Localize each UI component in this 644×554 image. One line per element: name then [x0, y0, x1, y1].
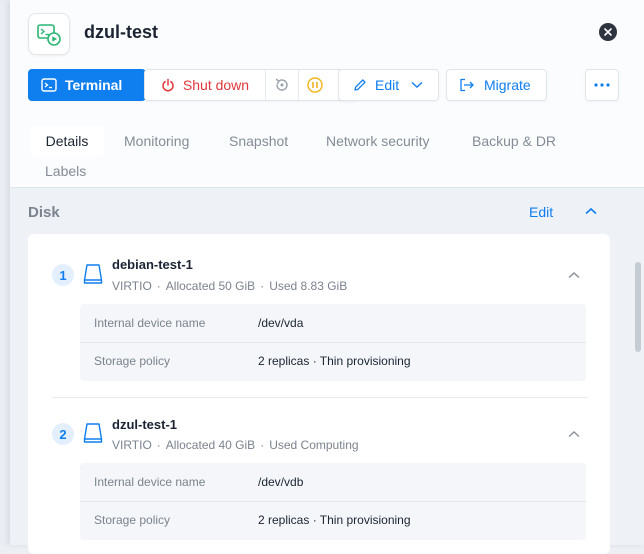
- drawer-header: dzul-test Terminal Shut down Edit Migrat…: [10, 0, 644, 188]
- storage-policy-label: Storage policy: [94, 513, 171, 527]
- tab-backup-dr[interactable]: Backup & DR: [472, 133, 556, 149]
- edit-dropdown-button[interactable]: Edit: [338, 69, 439, 101]
- more-actions-button[interactable]: [585, 69, 619, 101]
- tab-details[interactable]: Details: [30, 126, 104, 156]
- disk-meta: VIRTIO · Allocated 40 GiB · Used Computing: [112, 438, 359, 452]
- more-dots-icon: [594, 83, 610, 87]
- disk-allocated: Allocated 50 GiB: [165, 279, 256, 293]
- pause-icon: [307, 77, 323, 93]
- migrate-label: Migrate: [484, 77, 531, 93]
- edit-label: Edit: [375, 77, 400, 93]
- power-button-group: Shut down: [144, 69, 357, 101]
- disk-details-box: Internal device name /dev/vdb Storage po…: [80, 463, 586, 540]
- vm-name-title: dzul-test: [84, 22, 158, 42]
- tab-network-security[interactable]: Network security: [326, 133, 429, 149]
- disk-section-title: Disk: [28, 204, 60, 221]
- migrate-button[interactable]: Migrate: [446, 69, 547, 101]
- disk-allocated: Allocated 40 GiB: [165, 438, 256, 452]
- disk-index-badge: 1: [52, 264, 74, 286]
- vm-detail-drawer: dzul-test Terminal Shut down Edit Migrat…: [10, 0, 644, 554]
- storage-policy-value: 2 replicas · Thin provisioning: [258, 513, 411, 527]
- disk-bus: VIRTIO: [112, 279, 152, 293]
- disk-bus: VIRTIO: [112, 438, 152, 452]
- collapse-section-chevron-up-icon[interactable]: [585, 207, 597, 215]
- restart-icon: [275, 78, 288, 91]
- disk-device-row: Internal device name /dev/vda: [80, 304, 586, 343]
- disk-icon: [83, 264, 103, 284]
- device-name-value: /dev/vda: [258, 316, 304, 330]
- disk-edit-link[interactable]: Edit: [529, 204, 553, 220]
- terminal-icon: [41, 78, 57, 92]
- tab-labels[interactable]: Labels: [45, 163, 86, 179]
- power-icon: [162, 78, 174, 92]
- disk-index-badge: 2: [52, 423, 74, 445]
- disk-meta: VIRTIO · Allocated 50 GiB · Used 8.83 GiB: [112, 279, 348, 293]
- disk-device-row: Internal device name /dev/vdb: [80, 463, 586, 502]
- drawer-scrollbar[interactable]: [635, 262, 641, 352]
- tab-snapshot[interactable]: Snapshot: [229, 133, 288, 149]
- tab-monitoring[interactable]: Monitoring: [124, 133, 189, 149]
- disk-divider: [52, 397, 588, 398]
- disk-policy-row: Storage policy 2 replicas · Thin provisi…: [80, 501, 586, 539]
- disk-icon: [83, 423, 103, 443]
- disk-policy-row: Storage policy 2 replicas · Thin provisi…: [80, 342, 586, 380]
- disk-name: dzul-test-1: [112, 417, 177, 432]
- disk-collapse-chevron-up-icon[interactable]: [568, 430, 580, 438]
- shut-down-button[interactable]: Shut down: [145, 70, 266, 100]
- storage-policy-label: Storage policy: [94, 354, 171, 368]
- pencil-icon: [354, 79, 366, 91]
- disk-details-box: Internal device name /dev/vda Storage po…: [80, 304, 586, 381]
- close-icon: [604, 28, 612, 36]
- disk-name: debian-test-1: [112, 257, 193, 272]
- terminal-button[interactable]: Terminal: [28, 69, 146, 101]
- disk-collapse-chevron-up-icon[interactable]: [568, 271, 580, 279]
- chevron-down-icon: [411, 81, 423, 88]
- terminal-label: Terminal: [65, 77, 123, 93]
- pause-button[interactable]: [299, 70, 331, 100]
- device-name-value: /dev/vdb: [258, 475, 304, 489]
- storage-policy-value: 2 replicas · Thin provisioning: [258, 354, 411, 368]
- device-name-label: Internal device name: [94, 316, 206, 330]
- disk-list-card: 1 debian-test-1 VIRTIO · Allocated 50 GiB ·…: [28, 234, 610, 554]
- restart-button[interactable]: [266, 70, 299, 100]
- disk-used: Used Computing: [269, 438, 359, 452]
- migrate-icon: [460, 78, 474, 92]
- disk-used: Used 8.83 GiB: [269, 279, 348, 293]
- shut-down-label: Shut down: [182, 77, 250, 93]
- device-name-label: Internal device name: [94, 475, 206, 489]
- vm-running-icon: [28, 13, 70, 55]
- close-drawer-button[interactable]: [599, 23, 617, 41]
